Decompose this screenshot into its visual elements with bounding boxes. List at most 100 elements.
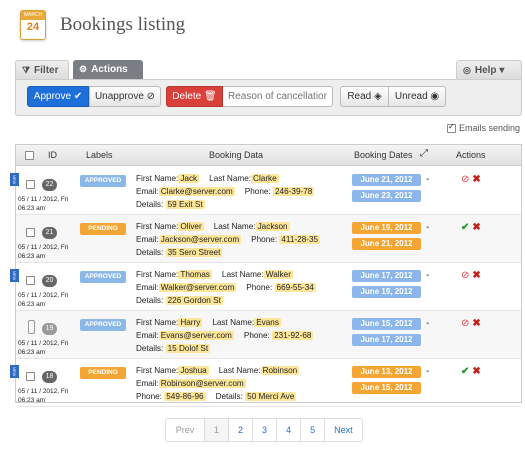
date-separator: - — [426, 222, 430, 233]
phone-label: Phone: — [251, 235, 278, 244]
created-time: 06:23 am — [18, 349, 46, 356]
phone-value: 411-28-35 — [279, 235, 321, 244]
details-label: Details: — [136, 296, 164, 305]
booking-data: First Name: Thomas Last Name: Walker Email:… — [136, 268, 348, 307]
column-booking-dates[interactable]: Booking Dates — [354, 150, 413, 160]
first-name-value: Oliver — [178, 222, 204, 231]
row-checkbox[interactable] — [26, 228, 35, 237]
next-page-button[interactable]: Next — [324, 419, 362, 441]
status-badge: APPROVED — [80, 271, 126, 283]
email-value: Walker@server.com — [158, 283, 237, 292]
date-to: June 21, 2012 — [352, 238, 421, 250]
page-5-button[interactable]: 5 — [300, 419, 324, 441]
table-row: NEW 18 05 / 11 / 2012, Fri 06:23 am PENDI… — [10, 359, 521, 407]
delete-icon[interactable]: ✖ — [472, 318, 480, 329]
calendar-icon: MARCH 24 — [20, 10, 46, 40]
created-date: 05 / 11 / 2012, Fri 06:23 am — [18, 291, 68, 309]
page-2-button[interactable]: 2 — [228, 419, 252, 441]
prev-page-button[interactable]: Prev — [166, 419, 204, 441]
id-badge: 22 — [42, 179, 57, 191]
column-booking-data: Booking Data — [209, 150, 264, 160]
email-value: Evans@server.com — [158, 331, 234, 340]
page-4-button[interactable]: 4 — [276, 419, 300, 441]
column-labels: Labels — [86, 150, 113, 160]
date-to: June 15, 2012 — [352, 382, 421, 394]
first-name-label: First Name: — [136, 318, 179, 327]
unread-button[interactable]: Unread ◉ — [389, 86, 446, 107]
row-actions: ⊘ ✖ — [461, 174, 481, 185]
email-value: Jackson@server.com — [158, 235, 242, 244]
phone-value: 246-39-78 — [273, 187, 315, 196]
delete-button[interactable]: Delete 🗑 — [166, 86, 223, 107]
lifebuoy-icon: ◎ — [463, 65, 471, 75]
created-date: 05 / 11 / 2012, Fri 06:23 am — [18, 339, 68, 357]
chevron-down-icon: ▾ — [499, 65, 505, 76]
id-badge: 18 — [42, 371, 57, 383]
emails-sending-checkbox[interactable] — [446, 122, 456, 133]
date-from: June 15, 2012 — [352, 318, 421, 330]
last-name-label: Last Name: — [209, 174, 252, 183]
tab-filter[interactable]: ⧩ Filter — [15, 60, 69, 79]
date-to: June 19, 2012 — [352, 286, 421, 298]
id-badge: 21 — [42, 227, 57, 239]
select-all-checkbox[interactable] — [25, 151, 34, 161]
created-day: 05 / 11 / 2012, Fri — [18, 340, 69, 347]
drag-handle-icon[interactable] — [28, 320, 35, 334]
bookings-table: ID Labels Booking Data Booking Dates ⤢ A… — [10, 144, 522, 407]
tab-actions[interactable]: ⚙ Actions — [73, 60, 143, 79]
last-name-label: Last Name: — [221, 270, 264, 279]
gears-icon: ⚙ — [79, 64, 88, 74]
delete-icon[interactable]: ✖ — [472, 366, 480, 377]
unapprove-icon[interactable]: ⊘ — [461, 318, 469, 329]
unapprove-icon[interactable]: ⊘ — [461, 174, 469, 185]
created-date: 05 / 11 / 2012, Fri 06:23 am — [18, 195, 68, 213]
column-actions: Actions — [456, 150, 486, 160]
last-name-value: Clarke — [251, 174, 279, 183]
approve-icon[interactable]: ✔ — [461, 222, 469, 233]
details-value: 50 Merci Ave — [245, 392, 297, 401]
created-day: 05 / 11 / 2012, Fri — [18, 292, 69, 299]
first-name-label: First Name: — [136, 174, 179, 183]
phone-value: 231-92-68 — [272, 331, 314, 340]
cancellation-reason-input[interactable] — [223, 86, 333, 107]
unapprove-button[interactable]: Unapprove ⊘ — [89, 86, 161, 107]
email-value: Robinson@server.com — [158, 379, 246, 388]
first-name-value: Jack — [178, 174, 200, 183]
first-name-value: Joshua — [178, 366, 209, 375]
phone-value: 669-55-34 — [274, 283, 316, 292]
unapprove-icon[interactable]: ⊘ — [461, 270, 469, 281]
column-id[interactable]: ID — [48, 150, 57, 160]
row-checkbox[interactable] — [26, 180, 35, 189]
tab-actions-label: Actions — [91, 64, 128, 75]
row-checkbox[interactable] — [26, 372, 35, 381]
last-name-value: Robinson — [260, 366, 300, 375]
table-header: ID Labels Booking Data Booking Dates ⤢ A… — [16, 145, 521, 166]
emails-sending-toggle[interactable]: Emails sending — [446, 122, 520, 134]
page-3-button[interactable]: 3 — [252, 419, 276, 441]
created-time: 06:23 am — [18, 205, 46, 212]
expand-icon[interactable]: ⤢ — [420, 148, 428, 159]
approve-button[interactable]: Approve ✔ — [27, 86, 89, 107]
row-checkbox[interactable] — [26, 276, 35, 285]
delete-icon[interactable]: ✖ — [472, 174, 480, 185]
read-button[interactable]: Read ◈ — [340, 86, 389, 107]
details-value: 15 Dolof St — [165, 344, 211, 353]
booking-data: First Name: Joshua Last Name: Robinson Emai… — [136, 364, 348, 403]
created-date: 05 / 11 / 2012, Fri 06:23 am — [18, 387, 68, 405]
first-name-label: First Name: — [136, 222, 179, 231]
date-separator: - — [426, 270, 430, 281]
date-from: June 21, 2012 — [352, 174, 421, 186]
calendar-day: 24 — [26, 21, 40, 33]
row-actions: ⊘ ✖ — [461, 318, 481, 329]
date-to: June 23, 2012 — [352, 190, 421, 202]
email-value: Clarke@server.com — [158, 187, 235, 196]
status-badge: PENDING — [80, 367, 126, 379]
approve-icon[interactable]: ✔ — [461, 366, 469, 377]
page-1-button[interactable]: 1 — [204, 419, 229, 441]
delete-icon[interactable]: ✖ — [472, 222, 480, 233]
details-value: 226 Gordon St — [165, 296, 223, 305]
tab-help[interactable]: ◎ Help ▾ — [456, 60, 522, 79]
delete-icon[interactable]: ✖ — [472, 270, 480, 281]
new-flag-icon: NEW — [10, 365, 19, 378]
created-time: 06:23 am — [18, 301, 46, 308]
